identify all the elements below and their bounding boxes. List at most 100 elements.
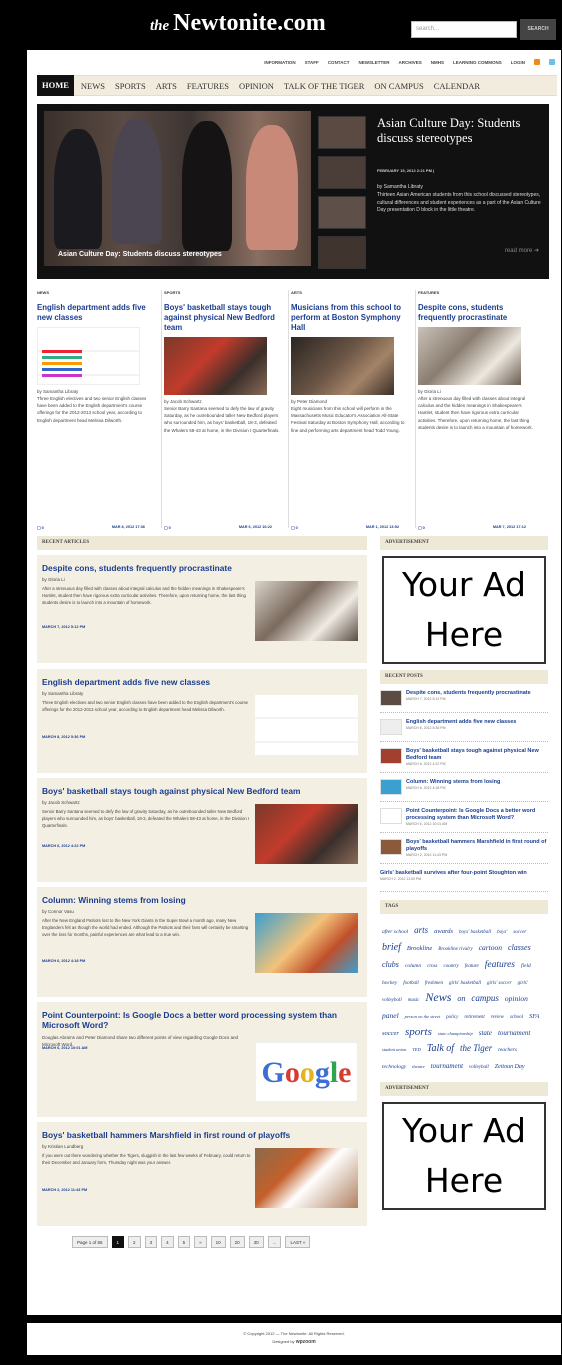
nav-item[interactable]: Arts — [151, 81, 182, 91]
recent-post-thumb[interactable] — [380, 779, 402, 795]
tag-link[interactable]: features — [485, 960, 515, 970]
recent-post[interactable]: Point Counterpoint: Is Google Docs a bet… — [380, 802, 548, 833]
recent-post-thumb[interactable] — [380, 808, 402, 824]
page-link[interactable]: 2 — [128, 1236, 141, 1248]
tag-link[interactable]: the Tiger — [460, 1043, 492, 1053]
recent-article-title[interactable]: Despite cons, students frequently procra… — [42, 563, 362, 573]
recent-post-thumb[interactable] — [380, 690, 402, 706]
recent-post-title[interactable]: Girls' basketball survives after four-po… — [380, 870, 527, 877]
recent-article-title[interactable]: Boys' basketball stays tough against phy… — [42, 786, 362, 796]
page-link[interactable]: 3 — [144, 1236, 158, 1248]
page-link[interactable]: » — [194, 1236, 207, 1248]
recent-article-image[interactable] — [255, 581, 358, 641]
recent-article-title[interactable]: English department adds five new classes — [42, 677, 362, 687]
recent-article-image[interactable] — [255, 695, 358, 755]
recent-post[interactable]: Despite cons, students frequently procra… — [380, 684, 548, 713]
page-last[interactable]: LAST » — [285, 1236, 311, 1248]
recent-article-image[interactable]: Google — [255, 1042, 358, 1102]
tag-link[interactable]: teachers — [498, 1047, 517, 1053]
top-nav-item[interactable]: NMHS — [431, 60, 444, 65]
comment-count[interactable]: ▢ 0 — [418, 525, 425, 530]
featured-image[interactable] — [164, 337, 267, 395]
featured-category[interactable]: NEWS — [37, 290, 157, 295]
twitter-icon[interactable] — [549, 59, 555, 65]
recent-post-thumb[interactable] — [380, 719, 402, 735]
recent-post[interactable]: Column: Winning stems from losing MARCH 6… — [380, 773, 548, 802]
featured-image[interactable] — [37, 327, 140, 385]
nav-item[interactable]: Talk of the Tiger — [279, 81, 369, 91]
featured-slider[interactable]: Asian Culture Day: Students discuss ster… — [37, 104, 549, 279]
top-nav-item[interactable]: INFORMATION — [264, 60, 295, 65]
tag-link[interactable]: person on the street — [405, 1014, 440, 1019]
recent-post[interactable]: Boys' basketball stays tough against phy… — [380, 742, 548, 773]
tag-link[interactable]: on — [457, 994, 465, 1003]
page-link[interactable]: 30 — [248, 1236, 264, 1248]
page-link[interactable]: 10 — [210, 1236, 226, 1248]
page-link[interactable]: 20 — [229, 1236, 245, 1248]
recent-post-title[interactable]: English department adds five new classes — [406, 719, 516, 726]
slider-thumb[interactable] — [318, 156, 366, 189]
read-more-link[interactable]: read more ➜ — [505, 247, 539, 254]
tag-link[interactable]: soccer — [513, 930, 526, 935]
recent-article-title[interactable]: Column: Winning stems from losing — [42, 895, 362, 905]
tag-link[interactable]: arts — [414, 925, 428, 935]
tag-link[interactable]: Brookline rivalry — [438, 947, 472, 952]
nav-item[interactable]: Features — [182, 81, 234, 91]
tag-link[interactable]: after school — [382, 929, 408, 935]
top-nav-item[interactable]: STAFF — [305, 60, 319, 65]
page-link[interactable]: 4 — [161, 1236, 174, 1248]
site-logo[interactable]: the Newtonite.com — [150, 10, 326, 37]
tag-link[interactable]: review — [491, 1015, 504, 1020]
featured-title[interactable]: Despite cons, students frequently procra… — [418, 303, 538, 323]
rss-icon[interactable] — [534, 59, 540, 65]
recent-post-title[interactable]: Point Counterpoint: Is Google Docs a bet… — [406, 808, 548, 822]
recent-post-title[interactable]: Boys' basketball hammers Marshfield in f… — [406, 839, 548, 853]
featured-title[interactable]: Musicians from this school to perform at… — [291, 303, 411, 333]
slider-thumb[interactable] — [318, 196, 366, 229]
tag-link[interactable]: Talk of — [427, 1043, 454, 1054]
recent-article-image[interactable] — [255, 1148, 358, 1208]
tag-link[interactable]: volleyball — [469, 1065, 489, 1070]
tag-link[interactable]: SFA — [529, 1013, 539, 1020]
tag-link[interactable]: theatre — [412, 1064, 425, 1069]
recent-article-image[interactable] — [255, 804, 358, 864]
featured-image[interactable] — [418, 327, 521, 385]
featured-category[interactable]: ARTS — [291, 290, 411, 295]
recent-post-thumb[interactable] — [380, 748, 402, 764]
tag-link[interactable]: sports — [405, 1026, 432, 1038]
featured-title[interactable]: English department adds five new classes — [37, 303, 157, 323]
recent-post-title[interactable]: Despite cons, students frequently procra… — [406, 690, 531, 697]
nav-item[interactable]: On Campus — [369, 81, 428, 91]
page-link[interactable]: 5 — [177, 1236, 191, 1248]
tag-link[interactable]: retirement — [464, 1015, 484, 1020]
comment-count[interactable]: ▢ 0 — [37, 525, 44, 530]
recent-post[interactable]: English department adds five new classes… — [380, 713, 548, 742]
comment-count[interactable]: ▢ 0 — [164, 525, 171, 530]
tag-link[interactable]: policy — [446, 1015, 458, 1020]
tag-link[interactable]: feature — [465, 964, 479, 969]
tag-link[interactable]: column — [405, 963, 421, 969]
search-button[interactable]: SEARCH — [520, 19, 556, 40]
tag-link[interactable]: girls' basketball — [449, 981, 481, 986]
tag-link[interactable]: opinion — [505, 994, 528, 1003]
featured-category[interactable]: SPORTS — [164, 290, 284, 295]
slider-thumb[interactable] — [318, 116, 366, 149]
tag-link[interactable]: TED — [412, 1047, 421, 1052]
featured-title[interactable]: Boys' basketball stays tough against phy… — [164, 303, 284, 333]
nav-item[interactable]: Sports — [110, 81, 151, 91]
slider-main-image[interactable]: Asian Culture Day: Students discuss ster… — [44, 111, 311, 266]
page-link[interactable]: ... — [267, 1236, 282, 1248]
tag-link[interactable]: boys' basketball — [459, 930, 491, 935]
tag-link[interactable]: clubs — [382, 960, 399, 969]
tag-link[interactable]: country — [443, 964, 458, 969]
tag-link[interactable]: panel — [382, 1011, 399, 1020]
tag-link[interactable]: tournament — [498, 1029, 530, 1037]
designer-link[interactable]: wpzoom — [296, 1339, 316, 1345]
tag-link[interactable]: freshmen — [425, 981, 443, 986]
recent-post-title[interactable]: Boys' basketball stays tough against phy… — [406, 748, 548, 762]
tag-link[interactable]: soccer — [382, 1030, 399, 1037]
ad-banner[interactable]: Your Ad Here — [382, 556, 546, 664]
featured-category[interactable]: FEATURES — [418, 290, 538, 295]
tag-link[interactable]: girls' soccer — [487, 981, 512, 986]
nav-item[interactable]: Calendar — [429, 81, 485, 91]
